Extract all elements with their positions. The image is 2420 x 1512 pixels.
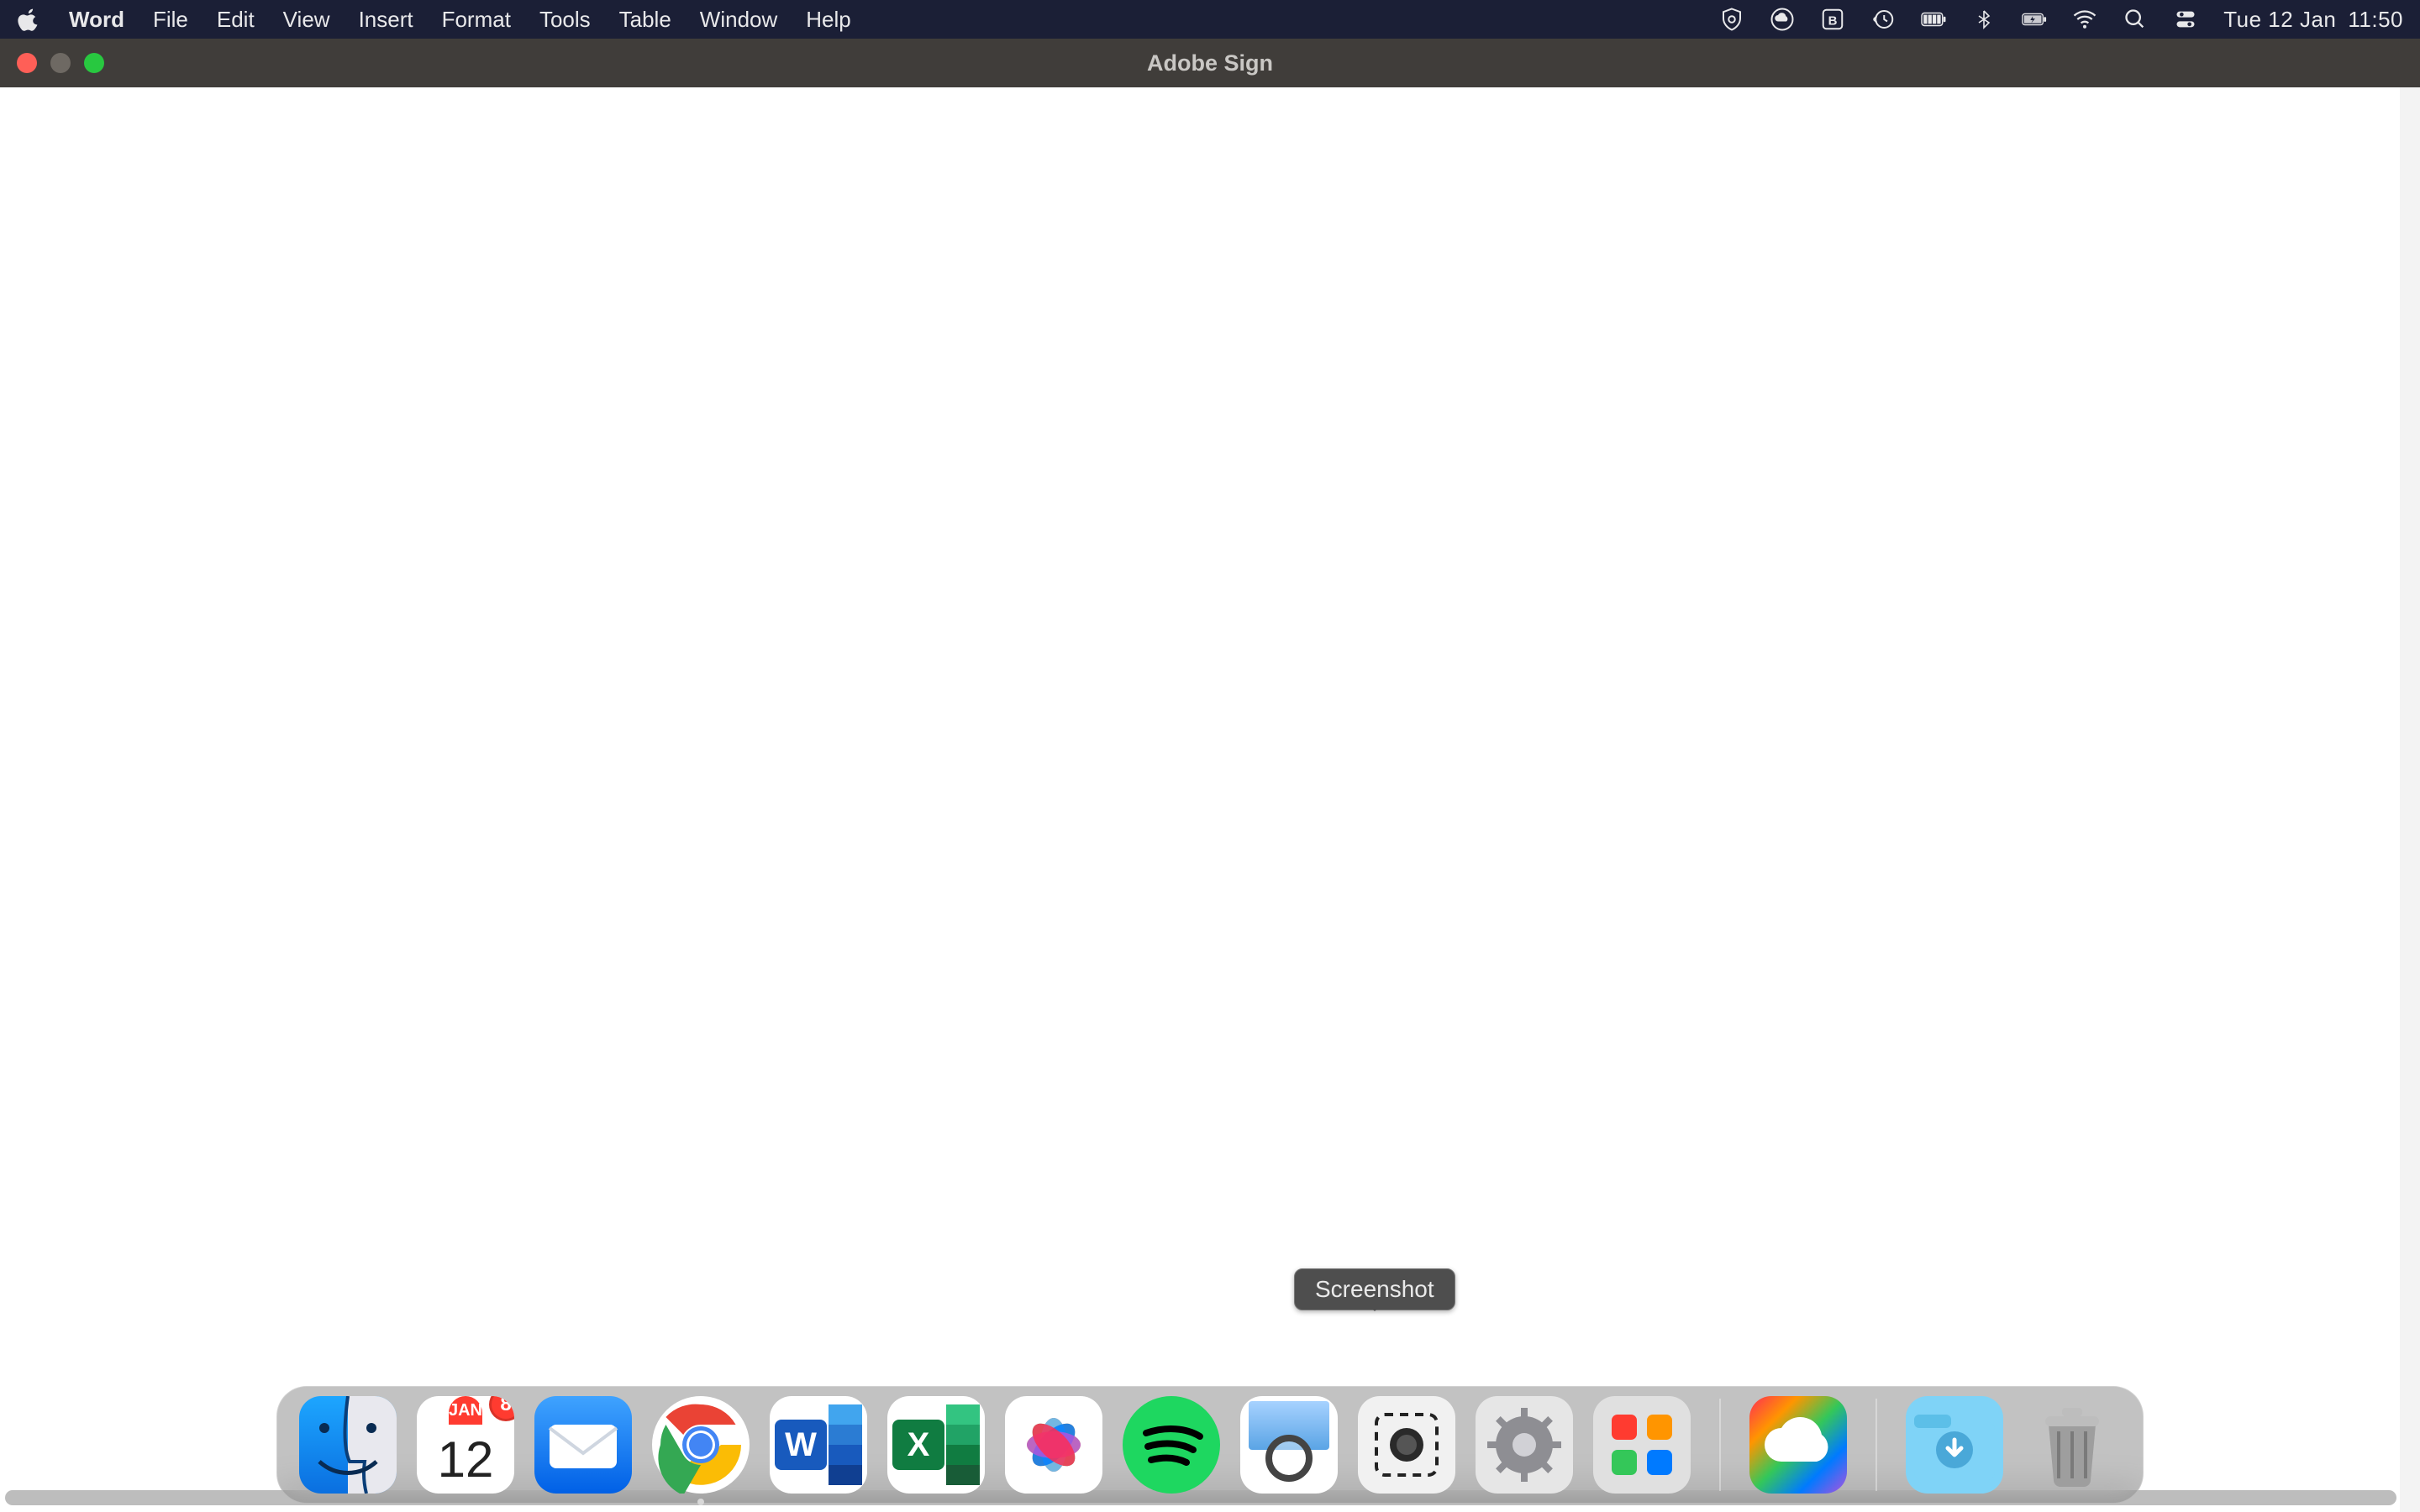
dock-photos-icon[interactable] <box>1005 1396 1102 1494</box>
battery-full-icon[interactable] <box>1921 7 1946 32</box>
dock-launchpad-icon[interactable] <box>1593 1396 1691 1494</box>
menu-format[interactable]: Format <box>442 7 511 33</box>
dock-separator <box>1876 1399 1877 1491</box>
dock-downloads-folder-icon[interactable] <box>1906 1396 2003 1494</box>
vertical-scrollbar[interactable] <box>2400 87 2420 1512</box>
menu-help[interactable]: Help <box>806 7 850 33</box>
dock-excel-icon[interactable]: X <box>887 1396 985 1494</box>
calendar-badge: 8 <box>489 1396 514 1421</box>
menubar-app-name[interactable]: Word <box>69 7 124 33</box>
dock-creative-cloud-icon[interactable] <box>1749 1396 1847 1494</box>
menu-table[interactable]: Table <box>619 7 671 33</box>
window-content-area[interactable] <box>0 87 2420 1512</box>
dock-tooltip: Screenshot <box>1294 1268 1455 1310</box>
excel-letter: X <box>892 1420 944 1470</box>
menu-view[interactable]: View <box>283 7 330 33</box>
menubar-left: Word File Edit View Insert Format Tools … <box>17 7 851 33</box>
window-maximize-button[interactable] <box>84 53 104 73</box>
spotlight-search-icon[interactable] <box>2123 7 2148 32</box>
window-title: Adobe Sign <box>0 50 2420 76</box>
dock-mail-icon[interactable] <box>534 1396 632 1494</box>
running-indicator <box>697 1499 704 1505</box>
menubar: Word File Edit View Insert Format Tools … <box>0 0 2420 39</box>
window-titlebar[interactable]: Adobe Sign <box>0 39 2420 87</box>
window-close-button[interactable] <box>17 53 37 73</box>
dock-finder-icon[interactable] <box>299 1396 397 1494</box>
dock-trash-icon[interactable] <box>2023 1396 2121 1494</box>
menubar-date: Tue 12 Jan <box>2223 7 2336 33</box>
menubar-datetime[interactable]: Tue 12 Jan 11:50 <box>2223 7 2403 33</box>
apple-menu-icon[interactable] <box>17 8 40 31</box>
creative-cloud-status-icon[interactable] <box>1770 7 1795 32</box>
bluetooth-icon[interactable] <box>1971 7 1996 32</box>
dock-word-icon[interactable]: W <box>770 1396 867 1494</box>
menubar-time: 11:50 <box>2348 7 2403 33</box>
svg-text:B: B <box>1828 13 1838 28</box>
menu-tools[interactable]: Tools <box>539 7 591 33</box>
word-letter: W <box>775 1420 827 1470</box>
dock-preview-icon[interactable] <box>1240 1396 1338 1494</box>
app-window: Adobe Sign <box>0 39 2420 1512</box>
calendar-month-label: JAN <box>449 1396 482 1425</box>
dock-screenshot-icon[interactable] <box>1358 1396 1455 1494</box>
menubar-status-area: B Tue 12 Jan 11:50 <box>1719 7 2403 33</box>
calendar-day-label: 12 <box>438 1425 494 1494</box>
battery-charging-icon[interactable] <box>2022 7 2047 32</box>
app-status-icon[interactable]: B <box>1820 7 1845 32</box>
dock-system-preferences-icon[interactable] <box>1476 1396 1573 1494</box>
dock: JAN 12 8 W X <box>276 1386 2144 1504</box>
menu-edit[interactable]: Edit <box>217 7 255 33</box>
wifi-icon[interactable] <box>2072 7 2097 32</box>
dock-chrome-icon[interactable] <box>652 1396 750 1494</box>
vpn-shield-icon[interactable] <box>1719 7 1744 32</box>
dock-separator <box>1719 1399 1721 1491</box>
dock-calendar-icon[interactable]: JAN 12 8 <box>417 1396 514 1494</box>
traffic-lights <box>17 53 104 73</box>
menu-file[interactable]: File <box>153 7 188 33</box>
time-machine-icon[interactable] <box>1870 7 1896 32</box>
menu-insert[interactable]: Insert <box>359 7 413 33</box>
dock-spotify-icon[interactable] <box>1123 1396 1220 1494</box>
control-center-icon[interactable] <box>2173 7 2198 32</box>
window-minimize-button[interactable] <box>50 53 71 73</box>
menu-window[interactable]: Window <box>700 7 777 33</box>
